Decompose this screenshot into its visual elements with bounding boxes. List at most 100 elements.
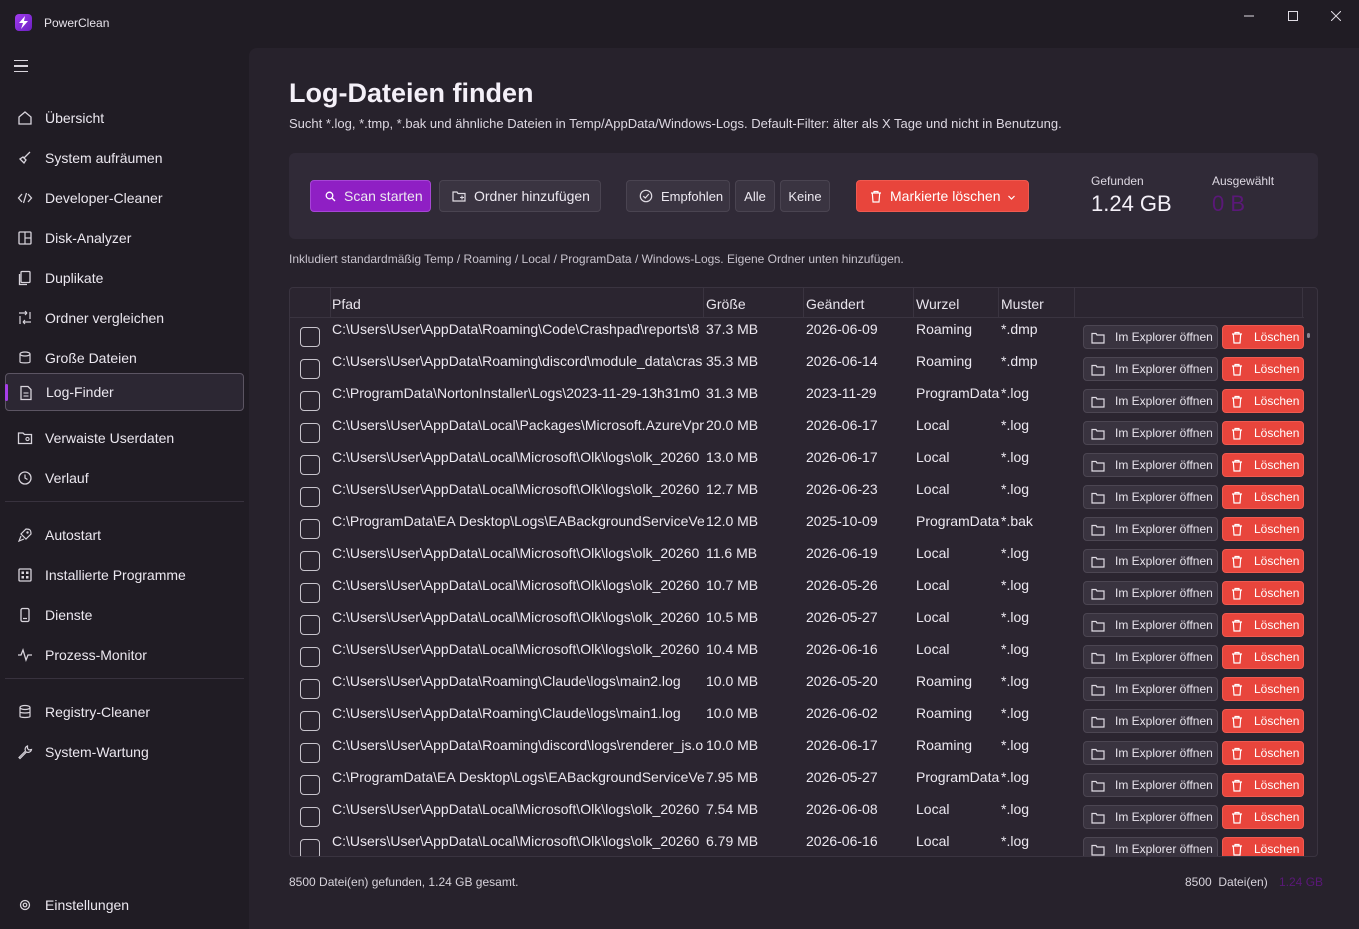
open-in-explorer-button[interactable]: Im Explorer öffnen [1083, 741, 1218, 765]
sidebar-item-dienste[interactable]: Dienste [5, 596, 244, 634]
select-recommended-button[interactable]: Empfohlen [626, 180, 730, 212]
table-row[interactable]: C:\Users\User\AppData\Local\Microsoft\Ol… [290, 798, 1304, 830]
column-header-modified[interactable]: Geändert [806, 296, 864, 312]
open-in-explorer-button[interactable]: Im Explorer öffnen [1083, 581, 1218, 605]
table-row[interactable]: C:\ProgramData\EA Desktop\Logs\EABackgro… [290, 510, 1304, 542]
add-folder-button[interactable]: Ordner hinzufügen [439, 180, 601, 212]
table-row[interactable]: C:\ProgramData\NortonInstaller\Logs\2023… [290, 382, 1304, 414]
open-in-explorer-button[interactable]: Im Explorer öffnen [1083, 325, 1218, 349]
sidebar-item-verwaiste-userdaten[interactable]: Verwaiste Userdaten [5, 419, 244, 457]
table-row[interactable]: C:\Users\User\AppData\Local\Microsoft\Ol… [290, 446, 1304, 478]
delete-row-button[interactable]: Löschen [1222, 389, 1304, 413]
scan-start-button[interactable]: Scan starten [310, 180, 431, 212]
delete-row-button[interactable]: Löschen [1222, 645, 1304, 669]
row-checkbox[interactable] [300, 455, 320, 475]
open-in-explorer-button[interactable]: Im Explorer öffnen [1083, 421, 1218, 445]
table-row[interactable]: C:\Users\User\AppData\Local\Microsoft\Ol… [290, 542, 1304, 574]
row-checkbox[interactable] [300, 391, 320, 411]
table-row[interactable]: C:\Users\User\AppData\Local\Microsoft\Ol… [290, 478, 1304, 510]
delete-row-button[interactable]: Löschen [1222, 517, 1304, 541]
open-in-explorer-button[interactable]: Im Explorer öffnen [1083, 453, 1218, 477]
open-in-explorer-button[interactable]: Im Explorer öffnen [1083, 389, 1218, 413]
delete-row-button[interactable]: Löschen [1222, 453, 1304, 477]
table-row[interactable]: C:\Users\User\AppData\Roaming\Claude\log… [290, 702, 1304, 734]
row-checkbox[interactable] [300, 551, 320, 571]
delete-row-button[interactable]: Löschen [1222, 357, 1304, 381]
sidebar-item-ordner-vergleichen[interactable]: Ordner vergleichen [5, 299, 244, 337]
row-checkbox[interactable] [300, 775, 320, 795]
table-row[interactable]: C:\Users\User\AppData\Roaming\Code\Crash… [290, 318, 1304, 350]
delete-marked-button[interactable]: Markierte löschen [856, 180, 1029, 212]
open-in-explorer-button[interactable]: Im Explorer öffnen [1083, 837, 1218, 856]
sidebar-item-prozess-monitor[interactable]: Prozess-Monitor [5, 636, 244, 674]
sidebar-item-system-wartung[interactable]: System-Wartung [5, 733, 244, 771]
table-row[interactable]: C:\Users\User\AppData\Local\Microsoft\Ol… [290, 638, 1304, 670]
table-row[interactable]: C:\Users\User\AppData\Local\Microsoft\Ol… [290, 830, 1304, 856]
column-header-pattern[interactable]: Muster [1001, 296, 1044, 312]
sidebar-item-disk-analyzer[interactable]: Disk-Analyzer [5, 219, 244, 257]
maximize-button[interactable] [1270, 0, 1316, 32]
row-checkbox[interactable] [300, 327, 320, 347]
sidebar-item-große-dateien[interactable]: Große Dateien [5, 339, 244, 377]
sidebar-item-autostart[interactable]: Autostart [5, 516, 244, 554]
row-checkbox[interactable] [300, 487, 320, 507]
row-checkbox[interactable] [300, 583, 320, 603]
open-in-explorer-button[interactable]: Im Explorer öffnen [1083, 485, 1218, 509]
sidebar-item-einstellungen[interactable]: Einstellungen [5, 886, 244, 924]
delete-row-button[interactable]: Löschen [1222, 677, 1304, 701]
minimize-button[interactable] [1226, 0, 1272, 32]
delete-row-button[interactable]: Löschen [1222, 581, 1304, 605]
column-header-root[interactable]: Wurzel [916, 296, 959, 312]
sidebar-item-registry-cleaner[interactable]: Registry-Cleaner [5, 693, 244, 731]
row-checkbox[interactable] [300, 647, 320, 667]
row-checkbox[interactable] [300, 519, 320, 539]
column-header-size[interactable]: Größe [706, 296, 746, 312]
row-checkbox[interactable] [300, 615, 320, 635]
open-in-explorer-button[interactable]: Im Explorer öffnen [1083, 677, 1218, 701]
sidebar-item-system-aufräumen[interactable]: System aufräumen [5, 139, 244, 177]
sidebar-item-installierte-programme[interactable]: Installierte Programme [5, 556, 244, 594]
open-in-explorer-button[interactable]: Im Explorer öffnen [1083, 549, 1218, 573]
close-button[interactable] [1313, 0, 1359, 32]
row-checkbox[interactable] [300, 423, 320, 443]
sidebar-item-duplikate[interactable]: Duplikate [5, 259, 244, 297]
row-checkbox[interactable] [300, 743, 320, 763]
open-in-explorer-button[interactable]: Im Explorer öffnen [1083, 613, 1218, 637]
table-row[interactable]: C:\Users\User\AppData\Roaming\discord\mo… [290, 350, 1304, 382]
delete-row-button[interactable]: Löschen [1222, 325, 1304, 349]
row-checkbox[interactable] [300, 359, 320, 379]
delete-row-button[interactable]: Löschen [1222, 549, 1304, 573]
row-checkbox[interactable] [300, 711, 320, 731]
select-all-button[interactable]: Alle [735, 180, 775, 212]
delete-row-button[interactable]: Löschen [1222, 805, 1304, 829]
table-row[interactable]: C:\Users\User\AppData\Roaming\discord\lo… [290, 734, 1304, 766]
column-header-path[interactable]: Pfad [332, 296, 361, 312]
select-none-button[interactable]: Keine [780, 180, 830, 212]
open-in-explorer-button[interactable]: Im Explorer öffnen [1083, 645, 1218, 669]
sidebar-item-developer-cleaner[interactable]: Developer-Cleaner [5, 179, 244, 217]
sidebar-item-verlauf[interactable]: Verlauf [5, 459, 244, 497]
open-in-explorer-button[interactable]: Im Explorer öffnen [1083, 357, 1218, 381]
table-row[interactable]: C:\Users\User\AppData\Roaming\Claude\log… [290, 670, 1304, 702]
delete-row-button[interactable]: Löschen [1222, 421, 1304, 445]
table-row[interactable]: C:\ProgramData\EA Desktop\Logs\EABackgro… [290, 766, 1304, 798]
delete-row-button[interactable]: Löschen [1222, 837, 1304, 856]
open-in-explorer-button[interactable]: Im Explorer öffnen [1083, 709, 1218, 733]
open-in-explorer-button[interactable]: Im Explorer öffnen [1083, 773, 1218, 797]
menu-toggle-icon[interactable] [14, 58, 32, 74]
table-scrollbar[interactable] [1307, 333, 1310, 338]
delete-row-button[interactable]: Löschen [1222, 773, 1304, 797]
delete-row-button[interactable]: Löschen [1222, 613, 1304, 637]
delete-row-button[interactable]: Löschen [1222, 485, 1304, 509]
sidebar-item-übersicht[interactable]: Übersicht [5, 99, 244, 137]
delete-row-button[interactable]: Löschen [1222, 709, 1304, 733]
open-in-explorer-button[interactable]: Im Explorer öffnen [1083, 805, 1218, 829]
row-checkbox[interactable] [300, 679, 320, 699]
table-row[interactable]: C:\Users\User\AppData\Local\Packages\Mic… [290, 414, 1304, 446]
delete-row-button[interactable]: Löschen [1222, 741, 1304, 765]
table-row[interactable]: C:\Users\User\AppData\Local\Microsoft\Ol… [290, 574, 1304, 606]
row-checkbox[interactable] [300, 807, 320, 827]
table-row[interactable]: C:\Users\User\AppData\Local\Microsoft\Ol… [290, 606, 1304, 638]
sidebar-item-log-finder[interactable]: Log-Finder [5, 373, 244, 411]
row-checkbox[interactable] [300, 839, 320, 856]
